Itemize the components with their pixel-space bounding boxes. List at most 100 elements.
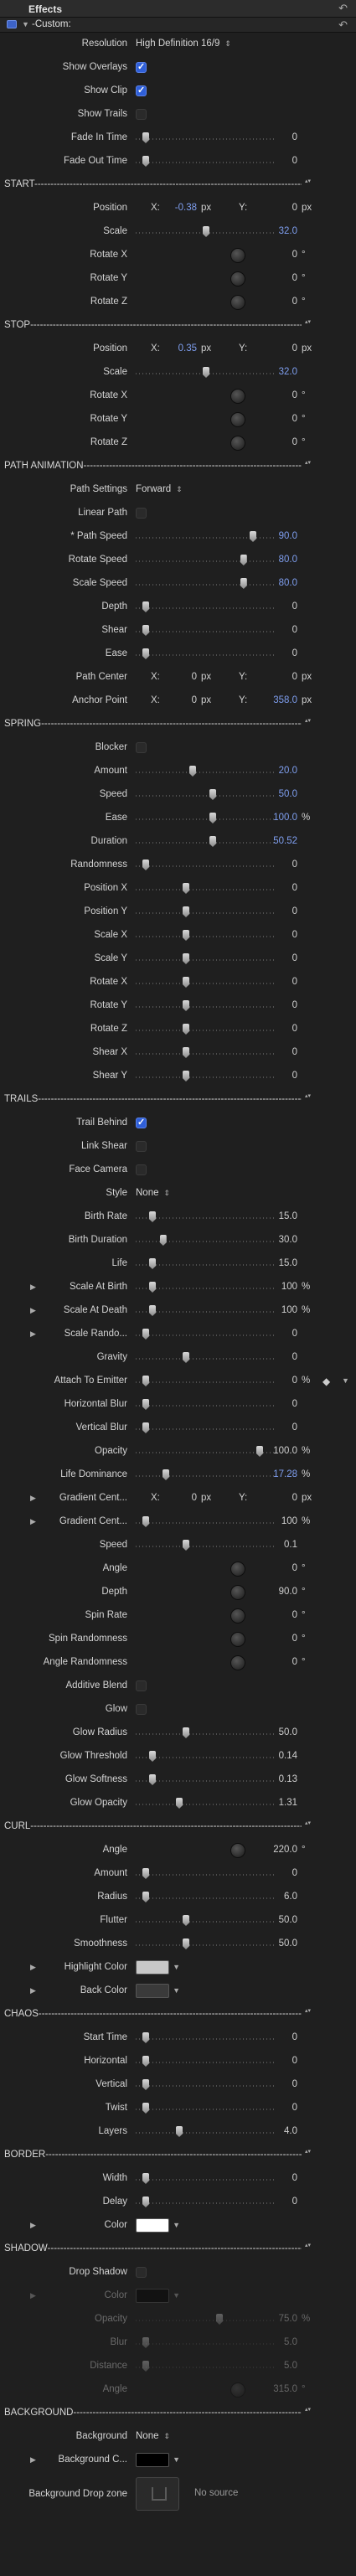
triangle-right-icon[interactable]: ▶ xyxy=(30,1517,36,1526)
slider-thumb[interactable] xyxy=(183,883,189,894)
value-field[interactable]: 0 xyxy=(292,906,297,916)
popup-menu-background[interactable]: None ⇕ xyxy=(136,2431,170,2441)
chevron-down-icon[interactable]: ▼ xyxy=(173,1963,180,1971)
value-field[interactable]: 15.0 xyxy=(279,1258,297,1268)
updown-arrow-icon[interactable]: ▴▾ xyxy=(305,1093,313,1099)
value-field[interactable]: 0 xyxy=(292,1376,297,1386)
slider-thumb[interactable] xyxy=(183,1047,189,1058)
color-well[interactable]: ▼ xyxy=(136,2453,180,2467)
slider-track[interactable] xyxy=(136,2367,276,2368)
value-field[interactable]: 0 xyxy=(292,297,297,307)
value-field[interactable]: 0 xyxy=(292,414,297,424)
value-field[interactable]: 80.0 xyxy=(279,555,297,565)
slider-thumb[interactable] xyxy=(142,601,149,612)
slider-track[interactable] xyxy=(136,1757,276,1758)
value-field[interactable]: 0 xyxy=(292,1563,297,1573)
value-field[interactable]: 50.0 xyxy=(279,1938,297,1949)
slider-thumb[interactable] xyxy=(142,2337,149,2348)
slider-track[interactable] xyxy=(136,1264,276,1266)
slider-thumb[interactable] xyxy=(183,1938,189,1949)
value-field[interactable]: 100.0 xyxy=(273,1446,297,1456)
slider-track[interactable] xyxy=(136,1241,276,1242)
value-field[interactable]: 30.0 xyxy=(279,1235,297,1245)
slider-track[interactable] xyxy=(136,1475,276,1477)
chevron-down-icon[interactable]: ▼ xyxy=(173,1986,180,1995)
value-field[interactable]: 0 xyxy=(292,2032,297,2042)
value-field[interactable]: 50.0 xyxy=(279,1727,297,1737)
value-field[interactable]: 0 xyxy=(292,2197,297,2207)
x-value-field[interactable]: -0.38 xyxy=(175,203,197,213)
slider-thumb[interactable] xyxy=(240,578,247,589)
updown-arrow-icon[interactable]: ▴▾ xyxy=(305,319,313,325)
slider-thumb[interactable] xyxy=(183,1915,189,1926)
slider-track[interactable] xyxy=(136,654,276,656)
rotation-dial[interactable] xyxy=(230,2382,245,2398)
slider-track[interactable] xyxy=(136,912,276,914)
slider-track[interactable] xyxy=(136,2109,276,2110)
triangle-right-icon[interactable]: ▶ xyxy=(30,1494,36,1503)
section-header[interactable]: PATH ANIMATION--------------------------… xyxy=(0,455,356,478)
x-value-field[interactable]: 0.35 xyxy=(178,343,197,354)
checkbox-show-overlays[interactable] xyxy=(136,61,147,73)
checkbox-linear-path[interactable] xyxy=(136,508,147,519)
slider-thumb[interactable] xyxy=(240,555,247,565)
section-header[interactable]: BORDER----------------------------------… xyxy=(0,2144,356,2167)
value-field[interactable]: 0.14 xyxy=(279,1751,297,1761)
slider-thumb[interactable] xyxy=(142,2361,149,2372)
value-field[interactable]: 0 xyxy=(292,1071,297,1081)
popup-menu-resolution[interactable]: High Definition 16/9 ⇕ xyxy=(136,39,231,49)
slider-thumb[interactable] xyxy=(209,813,216,823)
value-field[interactable]: 0 xyxy=(292,2056,297,2066)
value-field[interactable]: 0 xyxy=(292,2173,297,2183)
checkbox-additive-blend[interactable] xyxy=(136,1680,147,1691)
slider-track[interactable] xyxy=(136,138,276,140)
y-value-field[interactable]: 0 xyxy=(292,672,297,682)
slider-thumb[interactable] xyxy=(183,977,189,988)
slider-thumb[interactable] xyxy=(142,2173,149,2184)
slider-thumb[interactable] xyxy=(142,1376,149,1386)
slider-track[interactable] xyxy=(136,2062,276,2063)
slider-track[interactable] xyxy=(136,2085,276,2087)
section-header[interactable]: SHADOW----------------------------------… xyxy=(0,2238,356,2261)
checkbox-drop-shadow[interactable] xyxy=(136,2267,147,2278)
slider-track[interactable] xyxy=(136,560,276,562)
chevron-down-icon[interactable]: ▼ xyxy=(173,2291,180,2300)
value-field[interactable]: 0 xyxy=(292,1000,297,1010)
value-field[interactable]: 315.0 xyxy=(273,2384,297,2394)
rotation-dial[interactable] xyxy=(230,1843,245,1858)
slider-thumb[interactable] xyxy=(142,132,149,143)
slider-thumb[interactable] xyxy=(142,1868,149,1879)
undo-arrow-icon[interactable]: ↶ xyxy=(338,2,348,15)
value-field[interactable]: 220.0 xyxy=(273,1845,297,1855)
rotation-dial[interactable] xyxy=(230,389,245,404)
rotation-dial[interactable] xyxy=(230,295,245,310)
slider-thumb[interactable] xyxy=(142,1892,149,1902)
slider-thumb[interactable] xyxy=(183,1071,189,1082)
section-header[interactable]: TRAILS----------------------------------… xyxy=(0,1088,356,1112)
slider-thumb[interactable] xyxy=(203,367,209,378)
value-field[interactable]: 0 xyxy=(292,883,297,893)
x-value-field[interactable]: 0 xyxy=(192,1493,197,1503)
slider-thumb[interactable] xyxy=(142,156,149,167)
value-field[interactable]: 0 xyxy=(292,1329,297,1339)
value-field[interactable]: 32.0 xyxy=(279,226,297,236)
popup-menu-path-settings[interactable]: Forward ⇕ xyxy=(136,484,183,494)
slider-thumb[interactable] xyxy=(142,2103,149,2114)
value-field[interactable]: 0 xyxy=(292,1352,297,1362)
value-field[interactable]: 0 xyxy=(292,1399,297,1409)
slider-track[interactable] xyxy=(136,2202,276,2204)
updown-arrow-icon[interactable]: ▴▾ xyxy=(305,178,313,184)
slider-thumb[interactable] xyxy=(183,1024,189,1035)
rotation-dial[interactable] xyxy=(230,1608,245,1624)
slider-track[interactable] xyxy=(136,1522,276,1524)
value-field[interactable]: 0 xyxy=(292,930,297,940)
section-header[interactable]: BACKGROUND------------------------------… xyxy=(0,2402,356,2425)
slider-track[interactable] xyxy=(136,607,276,609)
slider-thumb[interactable] xyxy=(149,1774,156,1785)
value-field[interactable]: 100 xyxy=(281,1282,297,1292)
undo-arrow-icon[interactable]: ↶ xyxy=(338,18,348,32)
slider-track[interactable] xyxy=(136,2343,276,2345)
triangle-right-icon[interactable]: ▶ xyxy=(30,1986,36,1995)
slider-track[interactable] xyxy=(136,1944,276,1946)
color-well[interactable]: ▼ xyxy=(136,1960,180,1975)
